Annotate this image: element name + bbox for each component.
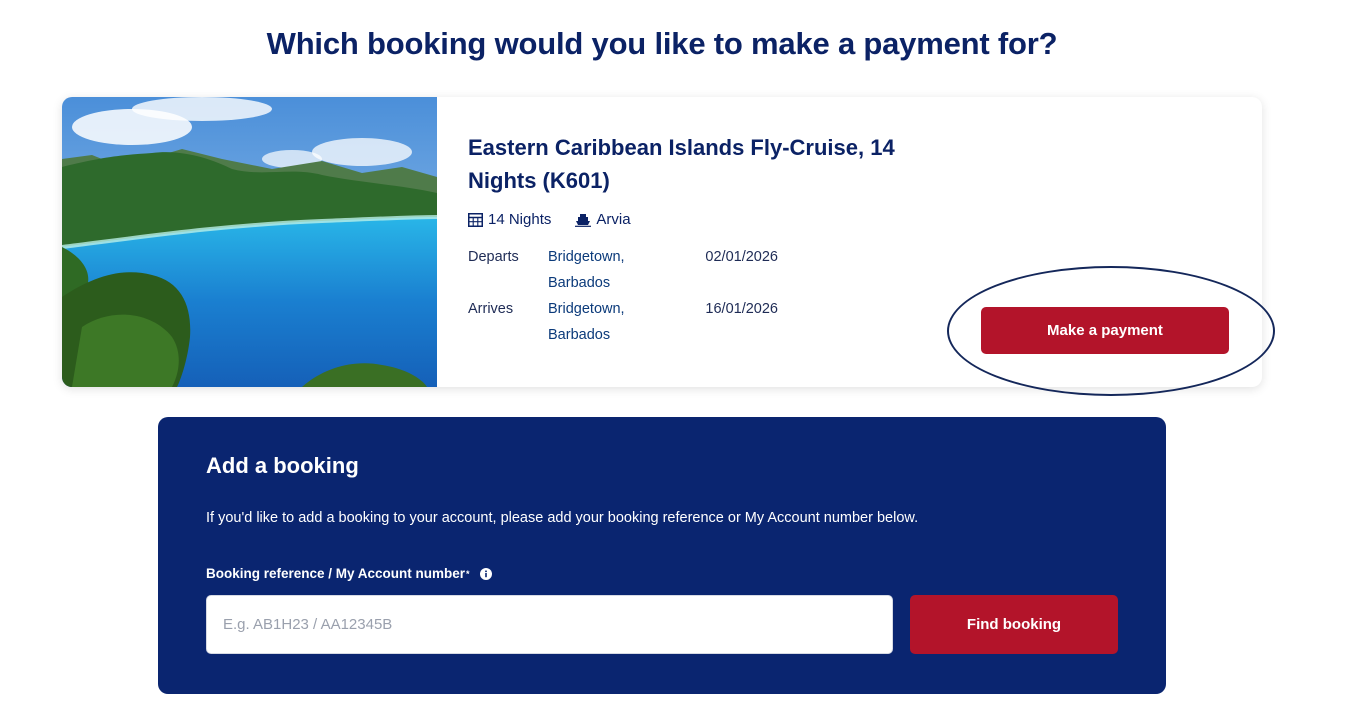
arrives-place-line1: Bridgetown, [548, 301, 625, 317]
booking-meta: 14 Nights Arvia [468, 211, 988, 228]
ship-name: Arvia [596, 211, 631, 228]
info-icon[interactable] [479, 567, 492, 580]
cruise-title: Eastern Caribbean Islands Fly-Cruise, 14… [468, 135, 895, 193]
required-mark: * [466, 568, 470, 579]
departs-date: 02/01/2026 [705, 249, 778, 265]
departs-place: Bridgetown, Barbados [548, 244, 668, 296]
booking-reference-label-text: Booking reference / My Account number [206, 566, 466, 581]
arrives-row: Arrives Bridgetown, Barbados 16/01/2026 [468, 296, 988, 348]
departs-place-line2: Barbados [548, 275, 611, 291]
find-booking-button[interactable]: Find booking [910, 595, 1118, 654]
arrives-label: Arrives [468, 301, 514, 317]
departs-label: Departs [468, 249, 519, 265]
nights-label: 14 Nights [488, 211, 552, 228]
cruise-destination-image [62, 97, 437, 387]
add-booking-title: Add a booking [206, 453, 359, 478]
add-booking-description: If you'd like to add a booking to your a… [206, 510, 919, 526]
booking-reference-label: Booking reference / My Account number * [206, 566, 492, 581]
page-title: Which booking would you like to make a p… [266, 26, 1058, 61]
departs-place-line1: Bridgetown, [548, 249, 625, 265]
booking-details: Eastern Caribbean Islands Fly-Cruise, 14… [468, 131, 988, 348]
make-payment-button[interactable]: Make a payment [981, 307, 1229, 354]
itinerary: Departs Bridgetown, Barbados 02/01/2026 … [468, 244, 988, 348]
add-booking-panel: Add a booking If you'd like to add a boo… [158, 417, 1166, 694]
arrives-place: Bridgetown, Barbados [548, 296, 668, 348]
ship-icon [575, 213, 592, 227]
arrives-place-line2: Barbados [548, 327, 611, 343]
booking-reference-input[interactable] [206, 595, 893, 654]
ship-info: Arvia [575, 211, 631, 228]
departs-row: Departs Bridgetown, Barbados 02/01/2026 [468, 244, 988, 296]
arrives-date: 16/01/2026 [705, 301, 778, 317]
nights-info: 14 Nights [468, 211, 551, 228]
calendar-icon [468, 212, 483, 227]
